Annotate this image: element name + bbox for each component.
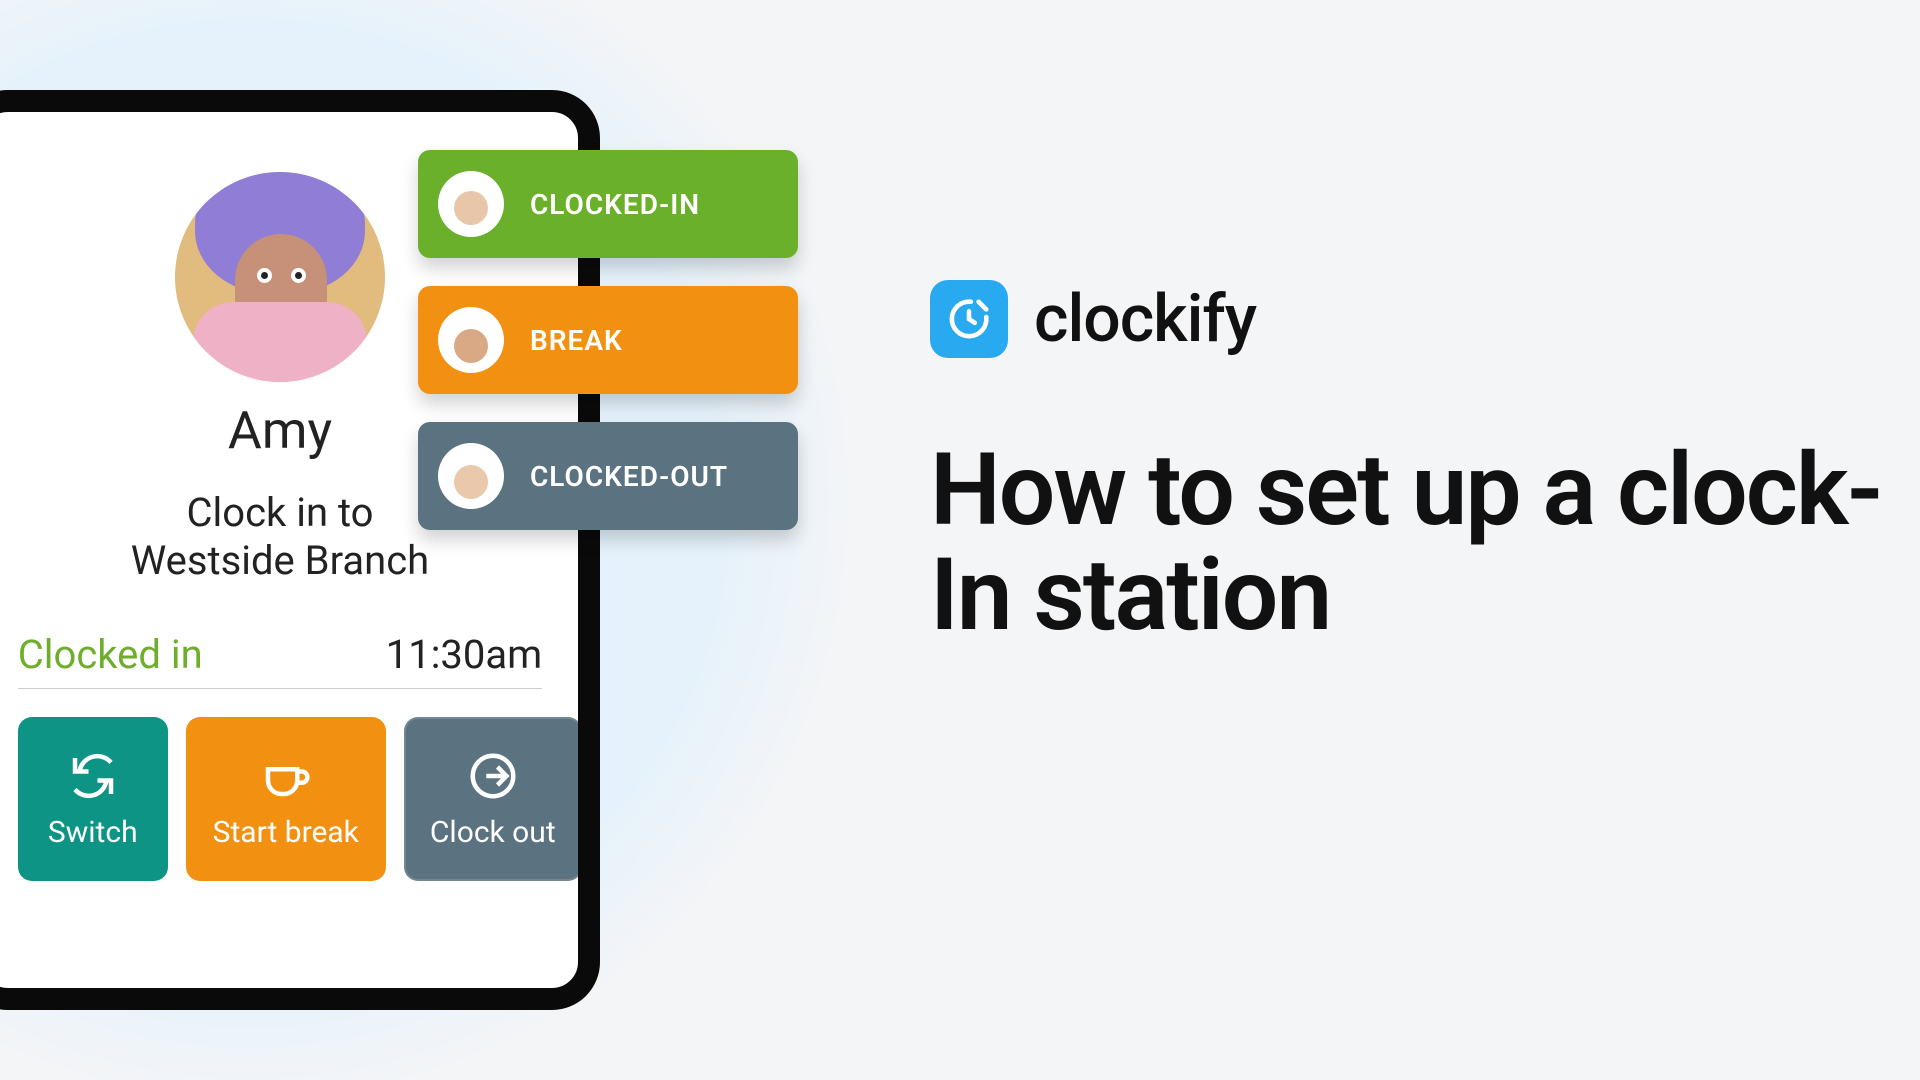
switch-icon: [66, 749, 120, 803]
break-label: Start break: [213, 815, 359, 850]
status-chips: CLOCKED-IN BREAK CLOCKED-OUT: [418, 150, 798, 558]
chip-break: BREAK: [418, 286, 798, 394]
clockify-logo-icon: [930, 280, 1008, 358]
action-row: Switch Start break Clock out: [18, 717, 542, 881]
brand: clockify: [930, 280, 1920, 358]
start-break-button[interactable]: Start break: [186, 717, 386, 881]
chip-out-label: CLOCKED-OUT: [530, 460, 728, 493]
headline: How to set up a clock-In station: [930, 438, 1920, 648]
avatar-icon: [438, 171, 504, 237]
avatar-icon: [438, 307, 504, 373]
user-name: Amy: [228, 400, 332, 461]
cup-icon: [259, 749, 313, 803]
chip-clocked-out: CLOCKED-OUT: [418, 422, 798, 530]
sub-line-1: Clock in to: [187, 489, 374, 536]
status-row: Clocked in 11:30am: [18, 631, 542, 689]
clock-in-subtitle: Clock in to Westside Branch: [131, 489, 429, 585]
chip-brk-label: BREAK: [530, 324, 623, 357]
avatar-icon: [438, 443, 504, 509]
chip-clocked-in: CLOCKED-IN: [418, 150, 798, 258]
status-label: Clocked in: [18, 631, 203, 678]
hero-text: clockify How to set up a clock-In statio…: [930, 280, 1920, 648]
status-time: 11:30am: [386, 631, 542, 678]
switch-button[interactable]: Switch: [18, 717, 168, 881]
sub-line-2: Westside Branch: [131, 537, 429, 584]
clock-icon: [946, 296, 992, 342]
exit-icon: [466, 749, 520, 803]
switch-label: Switch: [48, 815, 138, 850]
chip-in-label: CLOCKED-IN: [530, 188, 700, 221]
brand-name: clockify: [1034, 281, 1256, 358]
out-label: Clock out: [430, 815, 556, 850]
avatar: [175, 172, 385, 382]
clock-out-button[interactable]: Clock out: [404, 717, 582, 881]
